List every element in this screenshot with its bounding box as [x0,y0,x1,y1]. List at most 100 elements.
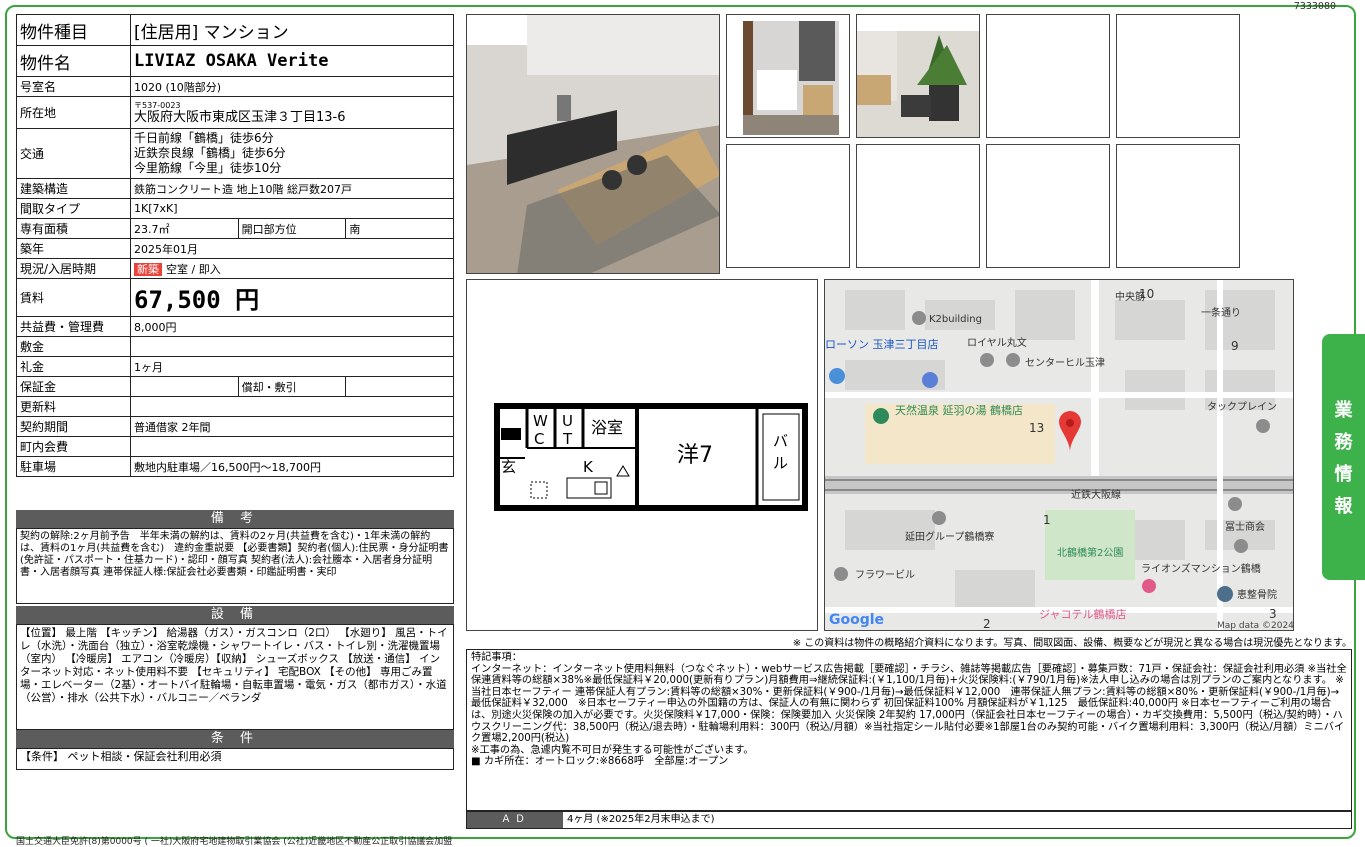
main-photo[interactable] [466,14,720,274]
map-label-lawson: ローソン 玉津三丁目店 [825,337,939,351]
photo-3[interactable] [856,14,980,138]
plant-photo [857,15,979,137]
map-label-kintetsu: 近鉄大阪線 [1071,488,1121,501]
value-reikin: 1ヶ月 [130,356,454,377]
value-area: 23.7㎡ [130,218,239,239]
value-rent: 67,500 円 [130,278,454,317]
living-room-photo [467,15,719,273]
photo-2[interactable] [726,14,850,138]
photo-slot-7 [856,144,980,268]
zip-code: 〒537-0023 [134,100,181,110]
value-shikikin [130,336,454,357]
traffic-line: 今里筋線「今里」徒歩10分 [134,161,282,175]
photo-slot-8 [986,144,1110,268]
label-reikin: 礼金 [16,356,131,377]
document-number: 7333080 [1293,1,1336,12]
traffic-line: 近鉄奈良線「鶴橋」徒歩6分 [134,146,286,160]
photo-slot-9 [1116,144,1240,268]
tab-char: 情 [1334,464,1353,485]
value-built: 2025年01月 [130,238,454,259]
rent-amount: 67,500 円 [134,286,260,314]
map-label-royal: ロイヤル丸文 [967,336,1027,349]
label-contract: 契約期間 [16,416,131,437]
label-shikikin: 敷金 [16,336,131,357]
conditions-heading: 条 件 [16,730,454,748]
business-info-tab[interactable]: 業 務 情 報 [1322,334,1365,580]
tab-char: 業 [1334,400,1353,421]
map-drawing: K2building ローソン 玉津三丁目店 ロイヤル丸文 センターヒル玉津 天… [825,280,1293,630]
ad-value: 4ヶ月 (※2025年2月末申込まで) [567,814,715,825]
value-shokyaku [345,376,454,397]
map-label-centerhill: センターヒル玉津 [1025,357,1105,369]
floor-plan[interactable]: W C U T 浴室 玄 K 洋7 バ ル [466,279,818,631]
label-hoshokin: 保証金 [16,376,131,397]
status-text: 空室 / 即入 [166,262,221,276]
value-hoshokin [130,376,239,397]
value-traffic: 千日前線「鶴橋」徒歩6分 近鉄奈良線「鶴橋」徒歩6分 今里筋線「今里」徒歩10分 [130,128,454,179]
remarks-body: 契約の解除:2ヶ月前予告 半年未満の解約は、賃料の2ヶ月(共益費を含む)・1年未… [16,528,454,604]
floor-plan-drawing: W C U T 浴室 玄 K 洋7 バ ル [494,403,808,511]
fp-bath: 浴室 [591,418,623,437]
value-layout: 1K[7xK] [130,198,454,219]
label-direction: 開口部方位 [237,218,347,239]
label-room: 号室名 [16,76,131,97]
value-fee: 8,000円 [130,316,454,337]
value-parking: 敷地内駐車場／16,500円〜18,700円 [130,456,454,477]
value-structure: 鉄筋コンクリート造 地上10階 総戸数207戸 [130,178,454,199]
map-label-park: 北鶴橋第2公園 [1057,546,1123,559]
tab-char: 務 [1334,432,1353,453]
label-layout: 間取タイプ [16,198,131,219]
label-structure: 建築構造 [16,178,131,199]
special-line: ※工事の為、急遽内覧不可日が発生する可能性がございます。 [471,744,754,756]
label-fee: 共益費・管理費 [16,316,131,337]
map-label-lions: ライオンズマンション鶴橋 [1141,562,1261,575]
value-community [130,436,454,457]
fp-ut-u: U [562,412,573,430]
label-status: 現況/入居時期 [16,258,131,279]
google-logo: Google [829,612,884,628]
location-map[interactable]: K2building ローソン 玉津三丁目店 ロイヤル丸文 センターヒル玉津 天… [824,279,1294,631]
fp-room: 洋7 [677,443,713,468]
map-label-nobuta: 延田グループ鶴橋寮 [905,530,994,543]
value-name: LIVIAZ OSAKA Verite [130,45,454,77]
map-credit: Map data ©2024 [1217,621,1293,630]
map-label-fuji: 冨士商会 [1225,520,1265,533]
label-area: 専有面積 [16,218,131,239]
traffic-line: 千日前線「鶴橋」徒歩6分 [134,131,274,145]
fp-balcony-1: バ [773,432,788,450]
map-number: 10 [1139,287,1154,301]
special-line: ■ カギ所在：オートロック:※8668呼 全部屋:オープン [471,756,729,768]
equipment-body: 【位置】 最上階 【キッチン】 給湯器（ガス）・ガスコンロ（2口） 【水廻り】 … [16,624,454,730]
value-direction: 南 [345,218,454,239]
special-notes: 特記事項： インターネット：インターネット使用料無料（つなぐネット）・webサー… [466,649,1352,811]
fp-balcony-2: ル [773,454,788,472]
tab-char: 報 [1334,496,1353,517]
label-type: 物件種目 [16,14,131,46]
disclaimer-note: ※ この資料は物件の概略紹介資料になります。写真、間取図面、設備、概要などが現況… [792,638,1352,649]
photo-slot-4 [986,14,1110,138]
value-location: 〒537-0023 大阪府大阪市東成区玉津３丁目13-6 [130,96,454,129]
label-rent: 賃料 [16,278,131,317]
label-parking: 駐車場 [16,456,131,477]
fp-kitchen: K [583,458,594,476]
fp-entrance: 玄 [501,458,516,476]
map-number: 1 [1043,513,1051,527]
fp-wc-w: W [533,412,548,430]
row-name: 物件名 LIVIAZ OSAKA Verite [16,45,454,77]
map-label-ichijo: 一条通り [1201,306,1241,319]
fp-ut-t: T [562,430,573,448]
row-type: 物件種目 [住居用] マンション [16,14,454,46]
label-community: 町内会費 [16,436,131,457]
label-location: 所在地 [16,96,131,129]
ad-label: ＡＤ [467,812,563,828]
map-number: 9 [1231,339,1239,353]
bedroom-photo [727,15,849,137]
label-renewal: 更新料 [16,396,131,417]
map-label-k2building: K2building [929,314,982,325]
new-badge: 新築 [134,262,162,276]
value-renewal [130,396,454,417]
map-label-tackplain: タックプレイン [1207,401,1277,413]
photo-slot-5 [1116,14,1240,138]
label-built: 築年 [16,238,131,259]
map-number: 3 [1269,607,1277,621]
